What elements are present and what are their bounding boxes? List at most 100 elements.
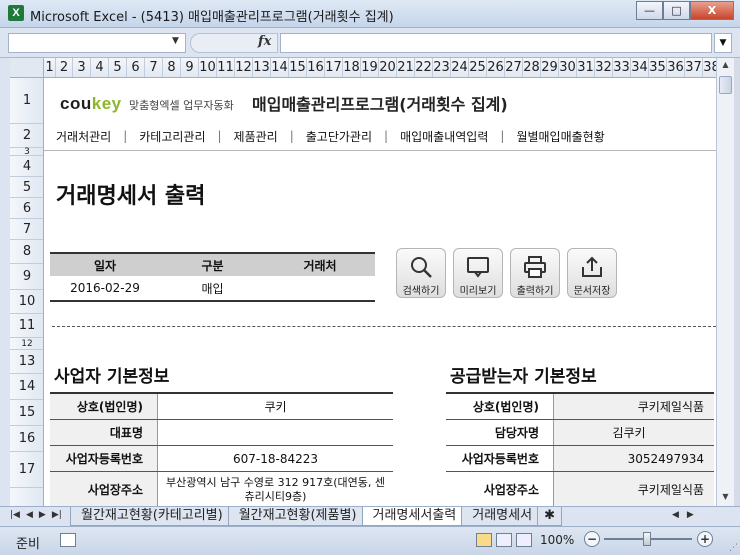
row-header[interactable]: 11 [10,314,43,338]
column-header[interactable]: 10 [199,58,217,77]
close-button[interactable]: X [690,1,734,20]
zoom-out-button[interactable]: − [584,531,600,547]
name-box[interactable] [8,33,186,53]
select-all-corner[interactable] [10,58,44,77]
scroll-right-icon[interactable]: ▶ [687,510,694,524]
formula-input[interactable] [280,33,712,53]
column-header[interactable]: 14 [271,58,289,77]
column-header[interactable]: 38 [703,58,716,77]
column-header[interactable]: 24 [451,58,469,77]
row-header[interactable]: 17 [10,452,43,488]
column-header[interactable]: 20 [379,58,397,77]
row-header[interactable]: 5 [10,177,43,198]
save-document-button[interactable]: 문서저장 [567,248,617,298]
vertical-scrollbar[interactable]: ▲ ▼ [716,58,734,508]
column-header[interactable]: 33 [613,58,631,77]
row-header[interactable]: 8 [10,240,43,264]
column-header[interactable]: 4 [91,58,109,77]
scroll-thumb[interactable] [719,76,732,94]
column-header[interactable]: 31 [577,58,595,77]
name-box-dropdown-icon[interactable]: ▼ [172,36,179,46]
resize-grip-icon[interactable]: ⋰ [729,543,738,553]
column-header[interactable]: 15 [289,58,307,77]
sheet-tab[interactable]: 거래명세서 [461,507,544,526]
menu-item[interactable]: 거래처관리 [44,128,123,145]
insert-function-icon[interactable]: fx [258,34,271,49]
row-header[interactable]: 14 [10,374,43,400]
column-header[interactable]: 7 [145,58,163,77]
column-header[interactable]: 13 [253,58,271,77]
menu-item[interactable]: 매입매출내역입력 [388,128,500,145]
preview-button[interactable]: 미리보기 [453,248,503,298]
filter-date-cell[interactable]: 2016-02-29 [50,281,160,295]
row-header[interactable]: 9 [10,264,43,290]
column-header[interactable]: 32 [595,58,613,77]
row-header[interactable]: 7 [10,219,43,240]
page-break-view-icon[interactable] [516,533,532,547]
insert-sheet-icon[interactable]: ✱ [537,507,562,526]
zoom-in-button[interactable]: + [697,531,713,547]
column-header[interactable]: 34 [631,58,649,77]
column-header[interactable]: 28 [523,58,541,77]
prev-sheet-icon[interactable]: ◀ [26,510,33,520]
supplier-value[interactable]: 쿠키 [158,394,393,419]
horizontal-scroll-controls[interactable]: ◀ ▶ [672,510,732,524]
last-sheet-icon[interactable]: ▶| [52,510,62,520]
column-header[interactable]: 2 [56,58,73,77]
row-header[interactable]: 13 [10,350,43,374]
next-sheet-icon[interactable]: ▶ [39,510,46,520]
column-header[interactable]: 12 [235,58,253,77]
column-header[interactable]: 9 [181,58,199,77]
receiver-value[interactable]: 김쿠키 [554,420,714,445]
column-header[interactable]: 16 [307,58,325,77]
filter-type-cell[interactable]: 매입 [160,280,265,297]
menu-item[interactable]: 월별매입매출현황 [504,128,616,145]
supplier-value[interactable] [158,420,393,445]
column-header[interactable]: 30 [559,58,577,77]
row-header[interactable]: 16 [10,426,43,452]
row-header[interactable]: 2 [10,124,43,148]
menu-item[interactable]: 출고단가관리 [294,128,384,145]
column-header[interactable]: 17 [325,58,343,77]
column-header[interactable]: 25 [469,58,487,77]
column-header[interactable]: 8 [163,58,181,77]
column-header[interactable]: 6 [127,58,145,77]
row-header[interactable]: 12 [10,338,43,350]
column-header[interactable]: 35 [649,58,667,77]
row-header[interactable]: 10 [10,290,43,314]
column-header[interactable]: 19 [361,58,379,77]
search-button[interactable]: 검색하기 [396,248,446,298]
row-header[interactable]: 15 [10,400,43,426]
scroll-left-icon[interactable]: ◀ [672,510,679,524]
menu-item[interactable]: 제품관리 [222,128,290,145]
worksheet[interactable]: coukey 맞춤형엑셀 업무자동화 매입매출관리프로그램(거래횟수 집계) 거… [44,78,716,506]
restore-button[interactable]: □ [663,1,690,20]
column-header[interactable]: 21 [397,58,415,77]
column-header[interactable]: 22 [415,58,433,77]
row-header[interactable]: 1 [10,78,43,124]
supplier-value[interactable]: 607-18-84223 [158,446,393,471]
minimize-button[interactable]: — [636,1,663,20]
sheet-tab[interactable]: 거래명세서출력 [361,507,468,526]
column-header[interactable]: 5 [109,58,127,77]
column-header[interactable]: 18 [343,58,361,77]
normal-view-icon[interactable] [476,533,492,547]
column-header[interactable]: 27 [505,58,523,77]
receiver-value[interactable]: 쿠키제일식품 [554,472,714,506]
column-header[interactable]: 3 [73,58,91,77]
row-header[interactable]: 3 [10,148,43,157]
scroll-up-icon[interactable]: ▲ [719,60,732,74]
receiver-value[interactable]: 쿠키제일식품 [554,394,714,419]
expand-formula-bar-icon[interactable]: ▼ [714,33,732,53]
first-sheet-icon[interactable]: |◀ [10,510,20,520]
row-header[interactable]: 6 [10,198,43,219]
menu-item[interactable]: 카테고리관리 [127,128,217,145]
column-header[interactable]: 11 [217,58,235,77]
column-header[interactable]: 23 [433,58,451,77]
column-header[interactable]: 26 [487,58,505,77]
scroll-down-icon[interactable]: ▼ [719,492,732,506]
column-header[interactable]: 36 [667,58,685,77]
column-header[interactable]: 37 [685,58,703,77]
column-header[interactable]: 1 [44,58,56,77]
print-button[interactable]: 출력하기 [510,248,560,298]
